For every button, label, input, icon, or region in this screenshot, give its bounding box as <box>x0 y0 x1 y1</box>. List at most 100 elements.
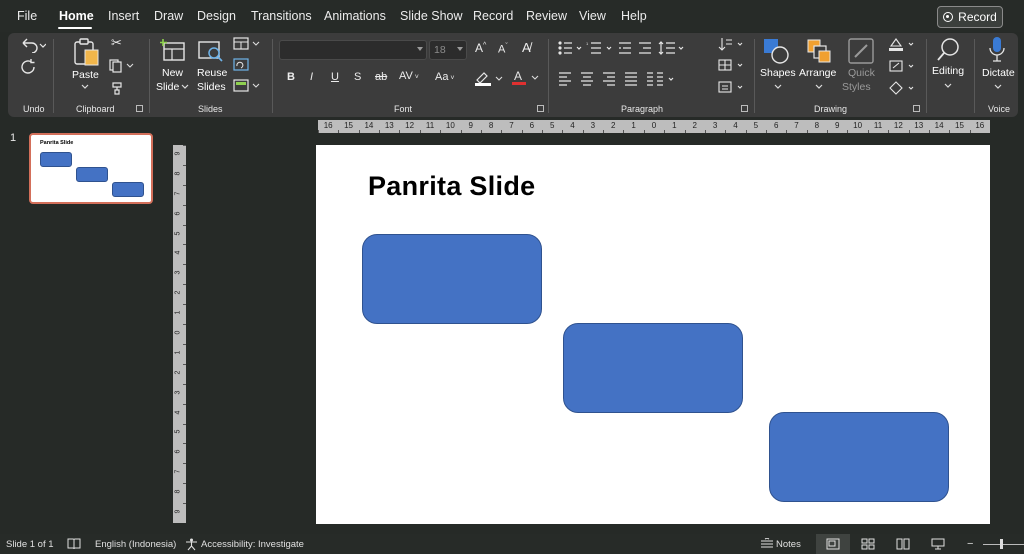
quick-styles-label-line2: Styles <box>842 81 871 93</box>
ruler-tick <box>888 130 890 133</box>
accessibility-status[interactable]: Accessibility: Investigate <box>201 539 304 550</box>
rounded-rectangle-shape-1[interactable] <box>362 234 542 324</box>
dictate-label[interactable]: Dictate <box>982 67 1015 79</box>
copy-icon[interactable] <box>109 59 135 73</box>
arrange-icon[interactable] <box>805 37 833 65</box>
tab-design[interactable]: Design <box>197 9 236 23</box>
reuse-slides-icon[interactable] <box>198 39 224 63</box>
reading-view-icon[interactable] <box>896 538 910 550</box>
section-icon[interactable] <box>233 79 261 93</box>
tab-animations[interactable]: Animations <box>324 9 386 23</box>
notes-button[interactable]: Notes <box>776 539 801 550</box>
text-direction-align-icons[interactable] <box>716 36 746 100</box>
record-button-label: Record <box>958 10 997 24</box>
slide-count[interactable]: Slide 1 of 1 <box>6 539 54 550</box>
slide-show-icon[interactable] <box>931 538 945 550</box>
clipboard-dialog-launcher-icon[interactable] <box>136 105 143 112</box>
clear-formatting-icon[interactable]: A̸ <box>522 41 531 54</box>
zoom-slider[interactable] <box>983 544 1024 545</box>
tab-insert[interactable]: Insert <box>108 9 139 23</box>
notes-icon[interactable] <box>760 538 774 550</box>
normal-view-icon[interactable] <box>826 538 840 550</box>
tab-transitions[interactable]: Transitions <box>251 9 312 23</box>
chevron-down-icon[interactable] <box>81 84 89 90</box>
zoom-slider-thumb[interactable] <box>1000 539 1003 549</box>
ruler-tick-label: 0 <box>651 121 657 130</box>
group-label-paragraph: Paragraph <box>621 104 664 114</box>
font-dialog-launcher-icon[interactable] <box>537 105 544 112</box>
ruler-tick-label: 16 <box>323 121 333 130</box>
thumbnail-title: Panrita Slide <box>40 140 74 146</box>
rounded-rectangle-shape-2[interactable] <box>563 323 743 413</box>
format-painter-icon[interactable] <box>110 81 124 95</box>
font-color-icon[interactable]: A <box>510 69 540 86</box>
text-shadow-icon[interactable]: S <box>354 72 361 83</box>
tab-view[interactable]: View <box>579 9 606 23</box>
ruler-tick <box>521 130 523 133</box>
chevron-down-icon <box>417 47 423 51</box>
tab-draw[interactable]: Draw <box>154 9 183 23</box>
ruler-tick <box>419 130 421 133</box>
zoom-out-button[interactable]: − <box>967 538 973 550</box>
layout-icon[interactable] <box>233 37 261 51</box>
quick-styles-icon[interactable] <box>847 37 875 65</box>
ruler-tick <box>562 130 564 133</box>
slide-thumbnail[interactable]: Panrita Slide <box>29 133 153 204</box>
ruler-tick-label: 7 <box>794 121 799 130</box>
character-spacing-icon[interactable]: AV ˅ <box>399 71 419 82</box>
tab-review[interactable]: Review <box>526 9 567 23</box>
chevron-down-icon[interactable] <box>815 84 823 90</box>
undo-icon[interactable] <box>20 37 46 53</box>
shape-fill-outline-effects-icons[interactable] <box>887 36 917 100</box>
font-size-dropdown[interactable]: 18 <box>429 40 467 60</box>
cut-icon[interactable]: ✂ <box>111 36 122 49</box>
paste-icon[interactable] <box>72 37 100 67</box>
ruler-tick-label: 2 <box>692 121 697 130</box>
ruler-tick <box>664 130 666 133</box>
font-name-dropdown[interactable] <box>279 40 427 60</box>
rounded-rectangle-shape-3[interactable] <box>769 412 949 502</box>
accessibility-icon[interactable] <box>185 538 198 551</box>
chevron-down-icon[interactable] <box>181 84 189 90</box>
decrease-font-size-icon[interactable]: Aˇ <box>498 43 508 56</box>
highlight-color-icon[interactable] <box>474 70 504 86</box>
slide-canvas[interactable]: Panrita Slide <box>316 145 990 524</box>
bold-icon[interactable]: B <box>287 72 295 83</box>
paragraph-row2-icons[interactable] <box>557 71 697 87</box>
tab-help[interactable]: Help <box>621 9 647 23</box>
redo-icon[interactable] <box>20 58 38 76</box>
tab-record[interactable]: Record <box>473 9 513 23</box>
ruler-tick <box>183 443 186 445</box>
editing-label[interactable]: Editing <box>932 65 964 77</box>
shapes-icon[interactable] <box>762 37 790 65</box>
ruler-tick-label: 4 <box>570 121 575 130</box>
slide-sorter-icon[interactable] <box>861 538 875 550</box>
group-label-voice: Voice <box>988 104 1011 114</box>
ruler-tick <box>643 130 645 133</box>
tab-home[interactable]: Home <box>59 9 94 23</box>
slide-title[interactable]: Panrita Slide <box>368 171 535 202</box>
language-indicator[interactable]: English (Indonesia) <box>95 539 176 550</box>
ruler-tick-label: 0 <box>174 330 182 335</box>
change-case-icon[interactable]: Aa ˅ <box>435 72 455 83</box>
tab-slide-show[interactable]: Slide Show <box>400 9 463 23</box>
record-button[interactable]: Record <box>937 6 1003 28</box>
chevron-down-icon[interactable] <box>994 84 1002 90</box>
strikethrough-icon[interactable]: ab <box>375 72 387 83</box>
reuse-slides-label-line2: Slides <box>197 81 226 93</box>
underline-icon[interactable]: U <box>331 72 339 83</box>
drawing-dialog-launcher-icon[interactable] <box>913 105 920 112</box>
chevron-down-icon[interactable] <box>774 84 782 90</box>
paragraph-dialog-launcher-icon[interactable] <box>741 105 748 112</box>
spelling-book-icon[interactable] <box>67 538 81 550</box>
reset-icon[interactable] <box>233 58 249 72</box>
new-slide-icon[interactable] <box>160 39 186 63</box>
italic-icon[interactable]: I <box>310 72 313 83</box>
chevron-down-icon[interactable] <box>944 83 952 89</box>
microphone-icon[interactable] <box>988 36 1006 64</box>
increase-font-size-icon[interactable]: A^ <box>475 42 486 54</box>
horizontal-ruler: 16 15 14 13 12 11 10 9 8 7 6 5 4 3 2 1 0 1 2 3 4 5 6 7 8 9 10 11 12 1… <box>318 120 990 133</box>
search-icon[interactable] <box>936 36 962 64</box>
ruler-tick-label: 7 <box>509 121 514 130</box>
tab-file[interactable]: File <box>17 9 37 23</box>
